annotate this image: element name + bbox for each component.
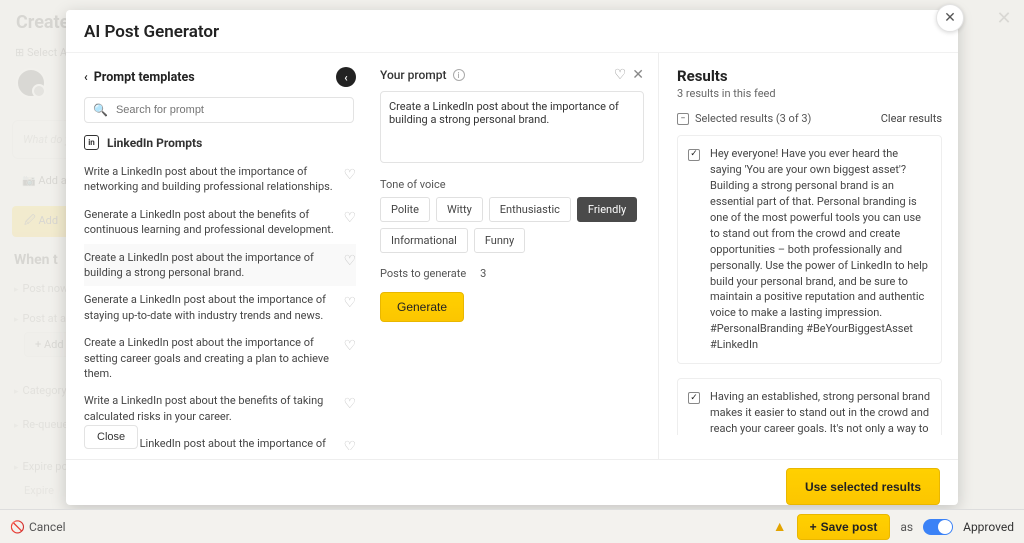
search-prompt-field[interactable]: 🔍 <box>84 97 354 123</box>
modal-close-button[interactable]: ✕ <box>936 4 964 32</box>
category-label: LinkedIn Prompts <box>107 136 202 150</box>
heart-icon[interactable]: ♡ <box>343 393 356 415</box>
category-heading: in LinkedIn Prompts <box>84 135 356 150</box>
posts-count-value[interactable]: 3 <box>480 267 486 280</box>
results-subtitle: 3 results in this feed <box>677 87 950 100</box>
approved-toggle[interactable] <box>923 519 953 535</box>
prompt-item[interactable]: Generate a LinkedIn post about the benef… <box>84 201 356 244</box>
cancel-icon: 🚫 <box>10 520 25 534</box>
back-button[interactable]: ‹ <box>84 70 88 84</box>
templates-title: Prompt templates <box>94 70 195 85</box>
tone-polite[interactable]: Polite <box>380 197 430 222</box>
prompt-item[interactable]: Create a LinkedIn post about the importa… <box>84 329 356 387</box>
results-panel: Results 3 results in this feed − Selecte… <box>658 53 958 459</box>
heart-icon[interactable]: ♡ <box>343 207 356 229</box>
prompt-item-selected[interactable]: Create a LinkedIn post about the importa… <box>84 244 356 287</box>
approved-label: Approved <box>963 520 1014 534</box>
heart-icon[interactable]: ♡ <box>343 292 356 314</box>
prompt-textarea[interactable] <box>380 91 644 163</box>
result-item[interactable]: ✓ Having an established, strong personal… <box>677 378 942 435</box>
deselect-all-checkbox[interactable]: − <box>677 113 689 125</box>
search-icon: 🔍 <box>93 103 108 117</box>
prompt-item[interactable]: Generate a LinkedIn post about the impor… <box>84 286 356 329</box>
heart-icon[interactable]: ♡ <box>343 250 356 272</box>
prompt-item[interactable]: Write a LinkedIn post about the benefits… <box>84 387 356 430</box>
warning-icon[interactable]: ▲ <box>773 518 787 535</box>
results-title: Results <box>677 67 950 85</box>
result-checkbox[interactable]: ✓ <box>688 149 700 161</box>
your-prompt-label: Your prompt <box>380 68 447 82</box>
bottom-bar: 🚫 Cancel ▲ +Save post as Approved <box>0 509 1024 543</box>
close-button[interactable]: Close <box>84 425 138 449</box>
search-input[interactable] <box>116 104 345 116</box>
prompt-item[interactable]: Write a LinkedIn post about the importan… <box>84 158 356 201</box>
ai-post-generator-modal: ✕ AI Post Generator ‹ Prompt templates ‹… <box>66 10 958 505</box>
result-text: Hey everyone! Have you ever heard the sa… <box>710 146 931 353</box>
linkedin-icon: in <box>84 135 99 150</box>
result-text: Having an established, strong personal b… <box>710 389 931 435</box>
modal-title: AI Post Generator <box>66 10 958 53</box>
clear-results-button[interactable]: Clear results <box>881 112 942 125</box>
chevron-left-icon: ‹ <box>344 71 347 84</box>
shuffle-icon[interactable]: ✕ <box>632 67 644 83</box>
use-selected-results-button[interactable]: Use selected results <box>786 468 940 505</box>
generate-button[interactable]: Generate <box>380 292 464 322</box>
tone-witty[interactable]: Witty <box>436 197 483 222</box>
modal-footer: Use selected results <box>66 459 958 505</box>
prompt-list[interactable]: Write a LinkedIn post about the importan… <box>84 158 356 450</box>
heart-icon[interactable]: ♡ <box>343 335 356 357</box>
tone-funny[interactable]: Funny <box>474 228 525 253</box>
cancel-button[interactable]: 🚫 Cancel <box>10 520 65 534</box>
posts-count-label: Posts to generate <box>380 267 466 280</box>
result-item[interactable]: ✓ Hey everyone! Have you ever heard the … <box>677 135 942 364</box>
heart-icon[interactable]: ♡ <box>343 164 356 186</box>
prompt-templates-panel: ‹ Prompt templates ‹ 🔍 in LinkedIn Promp… <box>66 53 366 459</box>
tone-informational[interactable]: Informational <box>380 228 468 253</box>
toggle-knob <box>938 520 952 534</box>
result-checkbox[interactable]: ✓ <box>688 392 700 404</box>
prompt-editor-panel: Your prompt i ♡ ✕ Tone of voice Polite W… <box>366 53 658 459</box>
plus-icon: + <box>810 520 817 534</box>
close-icon: ✕ <box>944 10 956 26</box>
tone-friendly[interactable]: Friendly <box>577 197 637 222</box>
heart-icon[interactable]: ♡ <box>614 67 627 83</box>
tone-enthusiastic[interactable]: Enthusiastic <box>489 197 571 222</box>
results-list[interactable]: ✓ Hey everyone! Have you ever heard the … <box>677 135 950 435</box>
tone-label: Tone of voice <box>380 178 644 191</box>
info-icon[interactable]: i <box>453 69 465 81</box>
tone-chips: Polite Witty Enthusiastic Friendly Infor… <box>380 197 644 253</box>
save-post-button[interactable]: +Save post <box>797 514 891 540</box>
selected-results-label: Selected results (3 of 3) <box>695 112 811 125</box>
as-label: as <box>900 520 913 534</box>
collapse-button[interactable]: ‹ <box>336 67 356 87</box>
